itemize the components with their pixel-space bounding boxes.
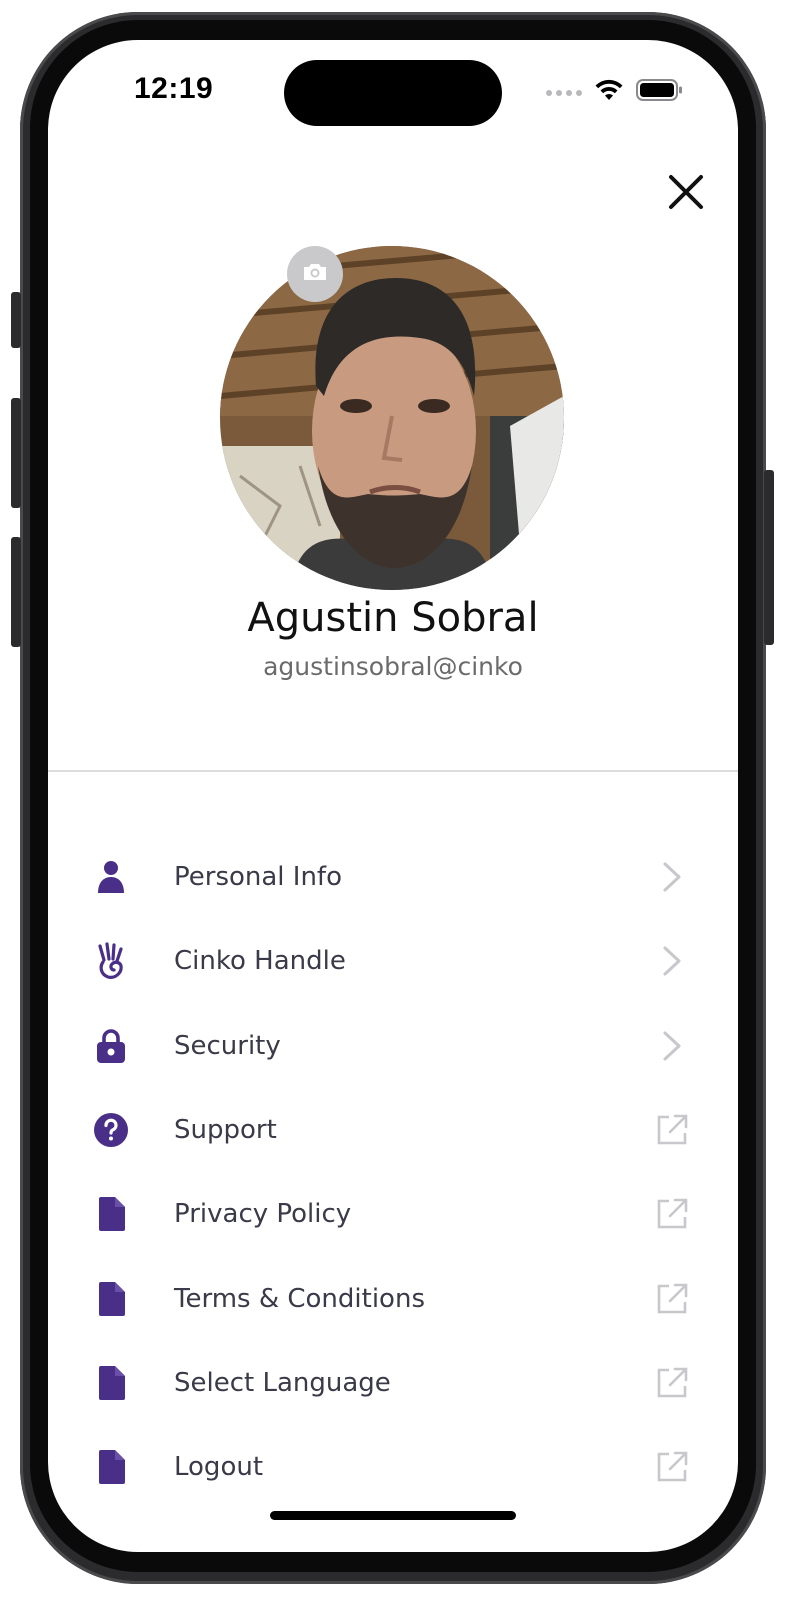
- menu-item-label: Cinko Handle: [174, 946, 346, 977]
- dynamic-island: [284, 60, 502, 126]
- menu-item-label: Select Language: [174, 1367, 391, 1398]
- external-link-icon: [654, 1281, 690, 1317]
- avatar-photo: [220, 246, 564, 590]
- power-button: [764, 470, 774, 645]
- status-icons: [546, 78, 684, 107]
- wifi-icon: [594, 78, 624, 107]
- menu-item-security[interactable]: Security: [48, 1004, 738, 1088]
- hand-icon: [92, 942, 130, 980]
- menu-item-label: Security: [174, 1030, 281, 1061]
- document-icon: [92, 1448, 130, 1486]
- menu-item-terms-conditions[interactable]: Terms & Conditions: [48, 1256, 738, 1340]
- external-link-icon: [654, 1112, 690, 1148]
- mute-switch: [11, 292, 21, 348]
- external-link-icon: [654, 1365, 690, 1401]
- close-button[interactable]: [662, 170, 710, 218]
- menu-item-privacy-policy[interactable]: Privacy Policy: [48, 1172, 738, 1256]
- status-time: 12:19: [134, 72, 214, 105]
- settings-menu: Personal Info Cinko Handle Security Supp…: [48, 835, 738, 1509]
- menu-item-logout[interactable]: Logout: [48, 1425, 738, 1509]
- lock-icon: [92, 1027, 130, 1065]
- external-link-icon: [654, 1449, 690, 1485]
- screen: 12:19 Agustin Sobral agustinsobral@cinko…: [48, 40, 738, 1552]
- profile-name: Agustin Sobral: [247, 595, 539, 641]
- chevron-right-icon: [654, 859, 690, 895]
- home-indicator[interactable]: [270, 1511, 516, 1520]
- person-icon: [92, 858, 130, 896]
- battery-icon: [636, 78, 684, 107]
- menu-item-label: Terms & Conditions: [174, 1283, 425, 1314]
- menu-item-select-language[interactable]: Select Language: [48, 1341, 738, 1425]
- menu-item-label: Privacy Policy: [174, 1199, 352, 1230]
- profile-handle: agustinsobral@cinko: [263, 652, 523, 681]
- volume-down-button: [11, 537, 21, 647]
- menu-item-label: Logout: [174, 1452, 264, 1483]
- volume-up-button: [11, 398, 21, 508]
- question-circle-icon: [92, 1111, 130, 1149]
- document-icon: [92, 1364, 130, 1402]
- close-icon: [668, 174, 704, 215]
- menu-item-label: Support: [174, 1115, 277, 1146]
- chevron-right-icon: [654, 1028, 690, 1064]
- menu-item-support[interactable]: Support: [48, 1088, 738, 1172]
- document-icon: [92, 1280, 130, 1318]
- profile-avatar[interactable]: [220, 246, 564, 590]
- menu-item-cinko-handle[interactable]: Cinko Handle: [48, 919, 738, 1003]
- menu-item-label: Personal Info: [174, 862, 342, 893]
- external-link-icon: [654, 1196, 690, 1232]
- chevron-right-icon: [654, 943, 690, 979]
- cellular-dots-icon: [546, 84, 582, 102]
- change-photo-button[interactable]: [287, 246, 343, 302]
- divider: [48, 770, 738, 772]
- menu-item-personal-info[interactable]: Personal Info: [48, 835, 738, 919]
- document-icon: [92, 1195, 130, 1233]
- camera-icon: [302, 262, 328, 287]
